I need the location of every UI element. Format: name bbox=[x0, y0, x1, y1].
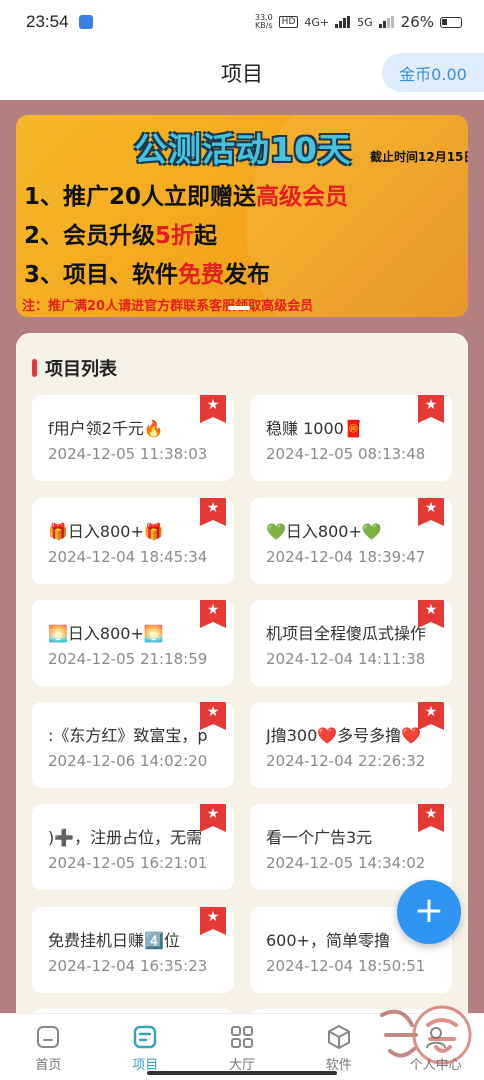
status-bar: 23:54 33.0 KB/s HD 4G+ 5G 26% bbox=[0, 0, 484, 44]
banner-note: 注：推广满20人请进官方群联系客服领取高级会员 bbox=[22, 299, 314, 314]
battery-icon bbox=[440, 16, 462, 28]
project-date: 2024-12-06 14:02:20 bbox=[48, 752, 208, 770]
banner-line-2-suffix: 起 bbox=[194, 223, 218, 249]
network-5g-label: 5G bbox=[357, 15, 373, 29]
signal-icon bbox=[335, 16, 351, 28]
heading-accent-bar bbox=[32, 359, 37, 377]
project-date: 2024-12-05 14:34:02 bbox=[266, 854, 426, 872]
banner-line-2: 2、会员升级5折起 bbox=[24, 216, 217, 250]
project-date: 2024-12-04 16:35:23 bbox=[48, 957, 208, 975]
network-speed: 33.0 KB/s bbox=[255, 14, 273, 30]
project-card[interactable]: )➕，注册占位，无需 2024-12-05 16:21:01 ★ bbox=[32, 804, 234, 890]
project-list-panel: 项目列表 f用户领2千元🔥 2024-12-05 11:38:03 ★ 稳赚 1… bbox=[16, 333, 468, 1033]
battery-percent: 26% bbox=[400, 13, 434, 31]
app-header: 项目 金币0.00 bbox=[0, 44, 484, 100]
project-card[interactable]: 💚日入800+💚 2024-12-04 18:39:47 ★ bbox=[250, 498, 452, 584]
banner-line-2-highlight: 5折 bbox=[155, 223, 195, 249]
tab-home-label: 首页 bbox=[35, 1058, 62, 1073]
project-card[interactable]: 看一个广告3元 2024-12-05 14:34:02 ★ bbox=[250, 804, 452, 890]
project-card[interactable]: 机项目全程傻瓜式操作 2024-12-04 14:11:38 ★ bbox=[250, 600, 452, 686]
project-date: 2024-12-05 16:21:01 bbox=[48, 854, 208, 872]
status-right: 33.0 KB/s HD 4G+ 5G 26% bbox=[255, 13, 462, 31]
signal-icon-2 bbox=[378, 16, 394, 28]
project-date: 2024-12-04 22:26:32 bbox=[266, 752, 426, 770]
hd-badge: HD bbox=[278, 16, 299, 28]
project-date: 2024-12-04 14:11:38 bbox=[266, 650, 426, 668]
banner-line-1-text: 1、推广20人立即赠送 bbox=[24, 184, 257, 210]
banner-page-indicator bbox=[228, 306, 250, 310]
status-time: 23:54 bbox=[26, 12, 69, 31]
banner-line-1-highlight: 高级会员 bbox=[256, 184, 349, 210]
coins-button[interactable]: 金币0.00 bbox=[382, 53, 484, 92]
project-date: 2024-12-05 21:18:59 bbox=[48, 650, 208, 668]
project-date: 2024-12-04 18:50:51 bbox=[266, 957, 426, 975]
banner-line-1: 1、推广20人立即赠送高级会员 bbox=[24, 177, 348, 211]
banner-title: 公测活动10天 bbox=[134, 130, 352, 169]
grid-icon bbox=[230, 1026, 253, 1048]
banner-line-3-suffix: 发布 bbox=[224, 262, 271, 288]
project-list-heading: 项目列表 bbox=[32, 355, 117, 381]
banner-line-3-highlight: 免费 bbox=[178, 262, 225, 288]
project-card[interactable]: :《东方红》致富宝，p 2024-12-06 14:02:20 ★ bbox=[32, 702, 234, 788]
home-icon bbox=[37, 1026, 60, 1048]
project-card[interactable]: 免费挂机日赚4️⃣位 2024-12-04 16:35:23 ★ bbox=[32, 907, 234, 993]
banner-line-3-text: 3、项目、软件 bbox=[24, 262, 179, 288]
project-card[interactable]: 🎁日入800+🎁 2024-12-04 18:45:34 ★ bbox=[32, 498, 234, 584]
banner-line-3: 3、项目、软件免费发布 bbox=[24, 255, 270, 289]
cube-icon bbox=[327, 1025, 350, 1049]
project-date: 2024-12-04 18:39:47 bbox=[266, 548, 426, 566]
promo-banner[interactable]: 公测活动10天 截止时间12月15日 1、推广20人立即赠送高级会员 2、会员升… bbox=[16, 115, 468, 317]
project-date: 2024-12-05 08:13:48 bbox=[266, 445, 426, 463]
banner-deadline: 截止时间12月15日 bbox=[370, 150, 468, 164]
seal-watermark-icon bbox=[380, 1005, 472, 1065]
project-date: 2024-12-05 11:38:03 bbox=[48, 445, 208, 463]
home-indicator[interactable] bbox=[147, 1071, 337, 1075]
project-card[interactable]: f用户领2千元🔥 2024-12-05 11:38:03 ★ bbox=[32, 395, 234, 481]
add-project-button[interactable]: + bbox=[397, 880, 461, 944]
banner-line-2-text: 2、会员升级 bbox=[24, 223, 156, 249]
tab-home[interactable]: 首页 bbox=[0, 1014, 97, 1080]
project-icon bbox=[133, 1025, 157, 1049]
network-speed-unit: KB/s bbox=[254, 21, 273, 30]
network-4g-label: 4G+ bbox=[304, 15, 330, 29]
project-date: 2024-12-04 18:45:34 bbox=[48, 548, 208, 566]
project-list-title: 项目列表 bbox=[45, 359, 117, 380]
project-card[interactable]: 稳赚 1000🧧 2024-12-05 08:13:48 ★ bbox=[250, 395, 452, 481]
project-card[interactable]: J撸300❤️多号多撸❤️ 2024-12-04 22:26:32 ★ bbox=[250, 702, 452, 788]
project-card[interactable]: 🌅日入800+🌅 2024-12-05 21:18:59 ★ bbox=[32, 600, 234, 686]
shield-icon bbox=[78, 15, 93, 29]
